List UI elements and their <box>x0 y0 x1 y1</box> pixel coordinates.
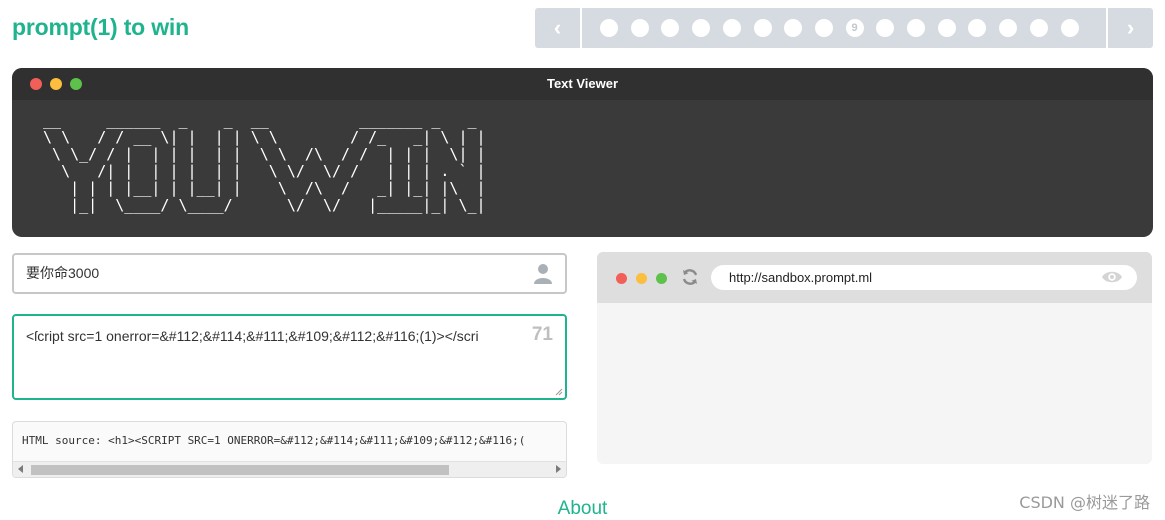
html-source-box: HTML source: <h1><SCRIPT SRC=1 ONERROR=&… <box>12 421 567 478</box>
maximize-dot <box>656 273 667 284</box>
watermark: CSDN @树迷了路 <box>1019 493 1150 512</box>
scroll-right-icon[interactable] <box>556 465 561 473</box>
scrollbar-thumb[interactable] <box>31 465 449 475</box>
level-dot-8[interactable] <box>814 19 833 37</box>
level-dot-15[interactable] <box>1029 19 1048 37</box>
page-title: prompt(1) to win <box>12 14 189 40</box>
html-source-text: HTML source: <h1><SCRIPT SRC=1 ONERROR=&… <box>22 434 526 447</box>
level-dot-2[interactable] <box>630 19 649 37</box>
name-input[interactable] <box>26 265 506 281</box>
level-dot-5[interactable] <box>722 19 741 37</box>
level-dot-3[interactable] <box>661 19 680 37</box>
level-dot-12[interactable] <box>937 19 956 37</box>
url-text: http://sandbox.prompt.ml <box>729 270 873 285</box>
level-dot-4[interactable] <box>692 19 711 37</box>
sandbox-content <box>597 303 1152 464</box>
level-dot-13[interactable] <box>968 19 987 37</box>
horizontal-scrollbar[interactable] <box>13 461 566 477</box>
text-viewer-titlebar: Text Viewer <box>12 68 1153 100</box>
chevron-right-icon: › <box>1126 15 1135 40</box>
text-viewer-title: Text Viewer <box>546 76 619 91</box>
close-dot <box>616 273 627 284</box>
level-dot-16[interactable] <box>1060 19 1079 37</box>
you-win-ascii-art: __ ______ _ _ __ _______ _ _ \ \ / / __ … <box>43 111 486 214</box>
browser-toolbar: http://sandbox.prompt.ml <box>597 252 1152 303</box>
level-dot-14[interactable] <box>999 19 1018 37</box>
minimize-dot <box>636 273 647 284</box>
level-navigation: ‹ 9 › <box>535 8 1153 48</box>
refresh-icon[interactable] <box>680 267 700 292</box>
text-viewer-window: Text Viewer __ ______ _ _ __ _______ _ _… <box>12 68 1153 237</box>
char-count: 71 <box>531 324 553 345</box>
level-dot-10[interactable] <box>876 19 895 37</box>
payload-input[interactable]: <ſcript src=1 onerror=&#112;&#114;&#111;… <box>26 328 526 350</box>
level-dot-7[interactable] <box>784 19 803 37</box>
resize-handle-icon[interactable] <box>553 386 563 396</box>
level-dot-1[interactable] <box>600 19 618 37</box>
chevron-left-icon: ‹ <box>553 15 562 40</box>
payload-box: <ſcript src=1 onerror=&#112;&#114;&#111;… <box>12 314 567 400</box>
next-level-button[interactable]: › <box>1106 8 1153 48</box>
user-icon <box>533 263 553 290</box>
eye-icon[interactable] <box>1101 270 1123 289</box>
level-dot-9[interactable]: 9 <box>845 19 864 37</box>
url-bar[interactable]: http://sandbox.prompt.ml <box>711 265 1137 290</box>
level-dot-6[interactable] <box>753 19 772 37</box>
name-field-box <box>12 253 567 294</box>
prev-level-button[interactable]: ‹ <box>535 8 582 48</box>
sandbox-browser: http://sandbox.prompt.ml <box>597 252 1152 464</box>
level-dot-11[interactable] <box>907 19 925 37</box>
scroll-left-icon[interactable] <box>18 465 23 473</box>
